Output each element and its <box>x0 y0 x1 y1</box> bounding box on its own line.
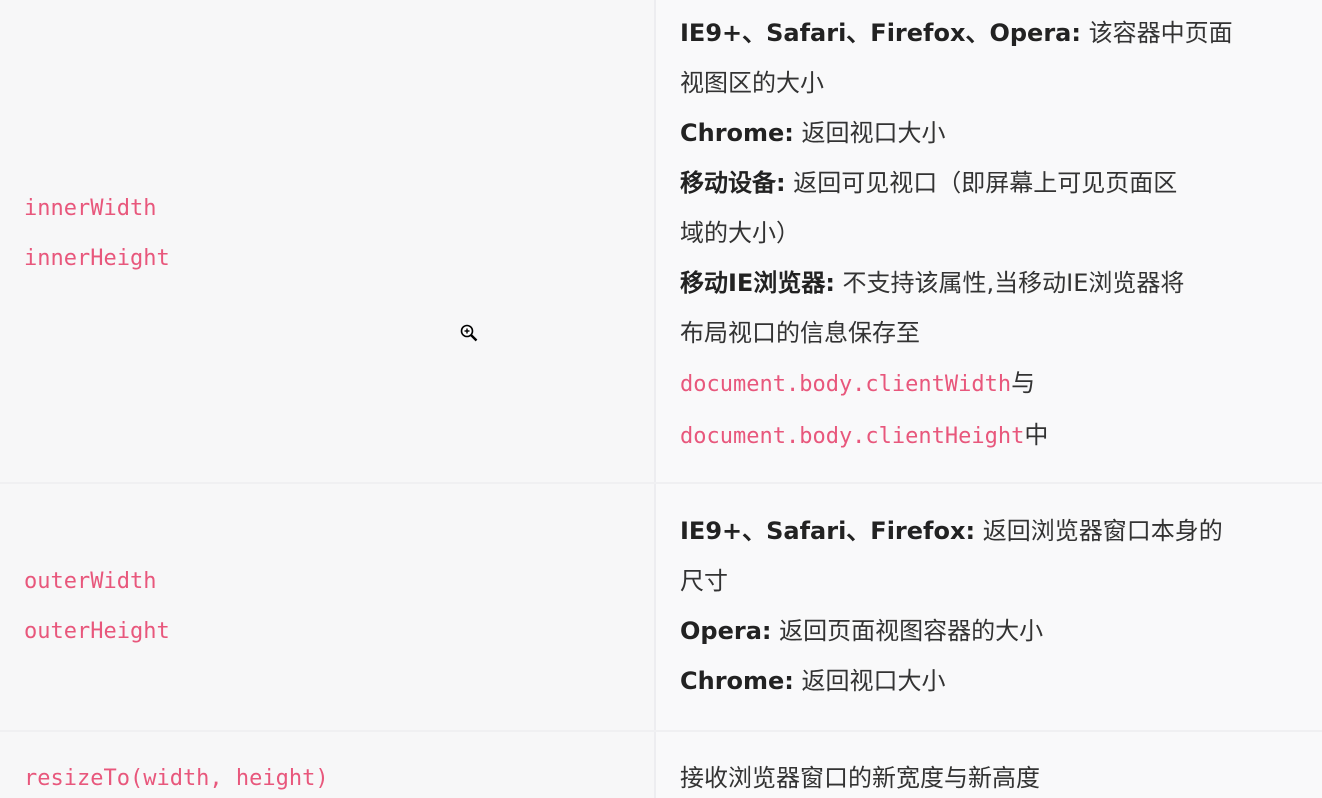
property-name: innerWidth <box>24 196 157 221</box>
description-fragment: 与 <box>1011 369 1036 397</box>
description-fragment: 不支持该属性,当移动IE浏览器将 <box>834 269 1185 297</box>
method-cell: resizeTo(width, height) <box>0 732 656 798</box>
description-line: Chrome: 返回视口大小 <box>680 108 1298 158</box>
description-fragment: 返回页面视图容器的大小 <box>771 617 1044 645</box>
property-name: innerHeight <box>24 246 170 271</box>
property-name: outerWidth <box>24 569 157 594</box>
description-text: IE9+、Safari、Firefox、Opera: 该容器中页面 视图区的大小… <box>680 8 1298 462</box>
description-fragment: 中 <box>1024 421 1049 449</box>
description-line: document.body.clientWidth与 <box>680 358 1298 410</box>
description-line: 移动设备: 返回可见视口（即屏幕上可见页面区 <box>680 158 1298 208</box>
zoom-in-icon <box>460 324 478 342</box>
api-table: innerWidth innerHeight IE9+、Safari、Firef… <box>0 0 1322 798</box>
description-cell: IE9+、Safari、Firefox: 返回浏览器窗口本身的 尺寸 Opera… <box>656 484 1322 730</box>
property-cell: outerWidth outerHeight <box>0 484 656 730</box>
property-cell: innerWidth innerHeight <box>0 0 656 482</box>
description-text: IE9+、Safari、Firefox: 返回浏览器窗口本身的 尺寸 Opera… <box>680 506 1298 706</box>
browser-label: Chrome: <box>680 667 794 695</box>
description-line: 接收浏览器窗口的新宽度与新高度 <box>680 764 1040 792</box>
browser-label: 移动IE浏览器: <box>680 269 835 297</box>
browser-label: 移动设备: <box>680 169 786 197</box>
description-fragment: 返回视口大小 <box>793 119 946 147</box>
description-fragment: 返回可见视口（即屏幕上可见页面区 <box>785 169 1178 197</box>
method-names: resizeTo(width, height) <box>24 754 329 798</box>
description-line: Opera: 返回页面视图容器的大小 <box>680 606 1298 656</box>
description-line: document.body.clientHeight中 <box>680 410 1298 462</box>
property-names: outerWidth outerHeight <box>24 557 170 657</box>
property-names: innerWidth innerHeight <box>24 184 170 284</box>
method-name: resizeTo(width, height) <box>24 766 329 791</box>
description-line: 布局视口的信息保存至 <box>680 319 920 347</box>
browser-label: Chrome: <box>680 119 794 147</box>
description-line: 域的大小） <box>680 219 800 247</box>
table-row: innerWidth innerHeight IE9+、Safari、Firef… <box>0 0 1322 484</box>
property-name: outerHeight <box>24 619 170 644</box>
description-text: 接收浏览器窗口的新宽度与新高度 <box>680 753 1298 798</box>
inline-code: document.body.clientHeight <box>680 424 1025 449</box>
description-cell: 接收浏览器窗口的新宽度与新高度 <box>656 732 1322 798</box>
description-line: IE9+、Safari、Firefox、Opera: 该容器中页面 <box>680 8 1298 58</box>
table-row: outerWidth outerHeight IE9+、Safari、Firef… <box>0 484 1322 732</box>
description-line: IE9+、Safari、Firefox: 返回浏览器窗口本身的 <box>680 506 1298 556</box>
description-cell: IE9+、Safari、Firefox、Opera: 该容器中页面 视图区的大小… <box>656 0 1322 482</box>
table-row: resizeTo(width, height) 接收浏览器窗口的新宽度与新高度 <box>0 732 1322 798</box>
inline-code: document.body.clientWidth <box>680 372 1012 397</box>
description-fragment: 返回视口大小 <box>793 667 946 695</box>
description-fragment: 该容器中页面 <box>1080 19 1233 47</box>
browser-label: IE9+、Safari、Firefox、Opera: <box>680 19 1081 47</box>
description-line: 视图区的大小 <box>680 69 824 97</box>
description-fragment: 返回浏览器窗口本身的 <box>975 517 1223 545</box>
description-line: 移动IE浏览器: 不支持该属性,当移动IE浏览器将 <box>680 258 1298 308</box>
description-line: Chrome: 返回视口大小 <box>680 656 1298 706</box>
browser-label: Opera: <box>680 617 772 645</box>
browser-label: IE9+、Safari、Firefox: <box>680 517 976 545</box>
description-line: 尺寸 <box>680 567 728 595</box>
